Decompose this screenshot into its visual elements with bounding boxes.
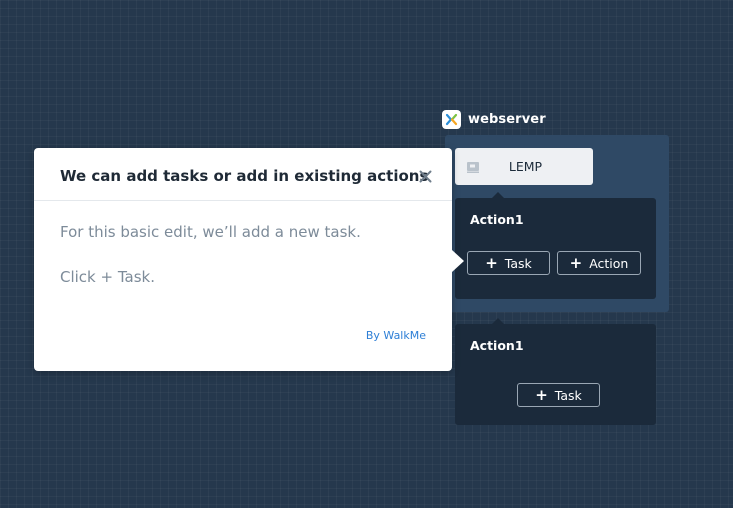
tooltip-divider <box>34 200 452 201</box>
walkme-brand-link[interactable]: By WalkMe <box>366 329 426 342</box>
canvas: webserver LEMP Action1 + Task + Action A… <box>0 0 733 508</box>
plus-icon: + <box>485 253 498 272</box>
package-label: LEMP <box>508 159 543 174</box>
plus-icon: + <box>569 253 583 272</box>
package-pill[interactable]: LEMP <box>455 148 593 185</box>
add-action-label: Action <box>589 255 629 271</box>
service-header: webserver <box>442 109 546 129</box>
tooltip-body-line-2: Click + Task. <box>60 268 155 286</box>
action-card-1: Action1 + Task + Action <box>455 198 656 299</box>
action-card-2: Action1 + Task <box>455 324 656 425</box>
service-name: webserver <box>468 111 546 127</box>
tooltip-pointer <box>452 250 464 272</box>
add-task-button[interactable]: + Task <box>467 251 550 275</box>
close-icon[interactable] <box>416 167 434 185</box>
add-task-label: Task <box>554 387 582 403</box>
plus-icon: + <box>535 385 548 404</box>
walkme-tooltip: We can add tasks or add in existing acti… <box>34 148 452 371</box>
action-title: Action1 <box>470 338 524 353</box>
add-action-button[interactable]: + Action <box>557 251 641 275</box>
tooltip-title: We can add tasks or add in existing acti… <box>60 167 429 185</box>
add-task-label: Task <box>504 255 532 271</box>
package-icon <box>466 160 480 174</box>
action-title: Action1 <box>470 212 524 227</box>
add-task-button[interactable]: + Task <box>517 383 600 407</box>
tooltip-body-line-1: For this basic edit, we’ll add a new tas… <box>60 223 361 241</box>
service-logo-icon <box>442 109 461 129</box>
